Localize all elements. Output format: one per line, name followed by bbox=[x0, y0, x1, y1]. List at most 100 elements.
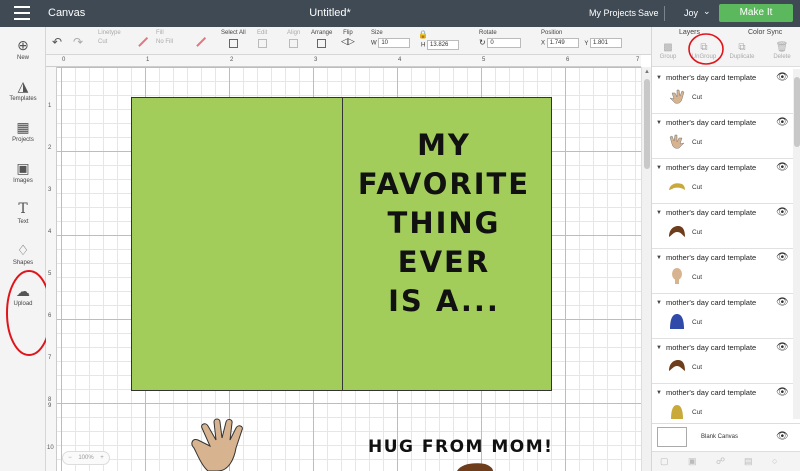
eye-icon[interactable]: 👁 bbox=[776, 297, 789, 308]
eye-slash-icon[interactable]: 👁 bbox=[776, 431, 789, 442]
zoom-out-icon[interactable]: − bbox=[63, 452, 77, 464]
rotate-input[interactable]: 0 bbox=[487, 38, 522, 49]
hair-shape[interactable] bbox=[455, 462, 495, 471]
left-sidebar: ⊕ New ◮ Templates ▦ Projects ▣ Images T … bbox=[0, 27, 52, 471]
card-design[interactable]: MY FAVORITE THING EVER IS A... bbox=[131, 97, 552, 391]
flatten-icon[interactable]: ▤ bbox=[744, 456, 753, 467]
expand-triangle-icon[interactable]: ▼ bbox=[656, 210, 662, 216]
sidebar-item-new[interactable]: ⊕ New bbox=[0, 37, 46, 61]
blank-canvas-row[interactable]: Blank Canvas 👁 bbox=[652, 423, 800, 451]
width-input[interactable]: 10 bbox=[378, 38, 411, 48]
eye-icon[interactable]: 👁 bbox=[776, 252, 789, 263]
slice-icon[interactable]: ▢ bbox=[660, 456, 669, 467]
contour-icon[interactable]: ○ bbox=[772, 456, 777, 466]
layer-item[interactable]: ▼ mother's day card template 👁 Cut bbox=[652, 114, 793, 159]
blank-canvas-swatch[interactable] bbox=[657, 427, 687, 447]
chevron-down-icon[interactable]: ⌄ bbox=[703, 6, 711, 17]
make-it-button[interactable]: Make It bbox=[719, 4, 793, 22]
sidebar-item-text[interactable]: T Text bbox=[0, 201, 46, 225]
layer-item[interactable]: ▼ mother's day card template 👁 Cut bbox=[652, 69, 793, 114]
fill-value: No Fill bbox=[156, 39, 174, 45]
redo-icon[interactable]: ↷ bbox=[73, 35, 83, 49]
layer-item[interactable]: ▼ mother's day card template 👁 Cut bbox=[652, 159, 793, 204]
x-input[interactable]: 1.749 bbox=[546, 38, 579, 48]
align-icon bbox=[289, 39, 299, 48]
expand-triangle-icon[interactable]: ▼ bbox=[656, 75, 662, 81]
eye-icon[interactable]: 👁 bbox=[776, 72, 789, 83]
ruler-tick-label: 5 bbox=[482, 57, 486, 63]
layer-operation: Cut bbox=[692, 409, 703, 416]
fill-control[interactable]: Fill No Fill bbox=[156, 30, 173, 45]
sidebar-item-label: New bbox=[16, 55, 29, 61]
canvas-scrollbar[interactable]: ▲ bbox=[641, 67, 651, 471]
height-input[interactable]: 13.826 bbox=[427, 40, 460, 50]
delete-label: Delete bbox=[773, 54, 791, 60]
weld-icon[interactable]: ▣ bbox=[688, 456, 697, 467]
eye-icon[interactable]: 👁 bbox=[776, 387, 789, 398]
sidebar-item-shapes[interactable]: ♢ Shapes bbox=[0, 242, 46, 266]
linetype-control[interactable]: Linetype Cut bbox=[98, 30, 121, 45]
sidebar-item-projects[interactable]: ▦ Projects bbox=[0, 119, 46, 143]
layer-item[interactable]: ▼ mother's day card template 👁 Cut bbox=[652, 249, 793, 294]
expand-triangle-icon[interactable]: ▼ bbox=[656, 255, 662, 261]
layer-name: mother's day card template bbox=[666, 208, 757, 217]
eye-icon[interactable]: 👁 bbox=[776, 342, 789, 353]
group-icon: ▩ bbox=[663, 42, 673, 53]
align-button[interactable]: Align bbox=[287, 30, 300, 50]
lock-icon[interactable]: 🔒 bbox=[418, 30, 428, 39]
eye-icon[interactable]: 👁 bbox=[776, 162, 789, 173]
red-annotation-circle bbox=[688, 33, 724, 65]
zoom-in-icon[interactable]: + bbox=[95, 452, 109, 464]
delete-button[interactable]: 🗑 Delete bbox=[767, 42, 797, 60]
hug-from-mom-text[interactable]: HUG FROM MOM! bbox=[368, 437, 553, 457]
position-control: Position X 1.749 Y 1.801 bbox=[541, 30, 622, 48]
scroll-up-icon[interactable]: ▲ bbox=[644, 69, 650, 75]
expand-triangle-icon[interactable]: ▼ bbox=[656, 345, 662, 351]
eye-icon[interactable]: 👁 bbox=[776, 207, 789, 218]
layer-name: mother's day card template bbox=[666, 343, 757, 352]
layer-name: mother's day card template bbox=[666, 118, 757, 127]
duplicate-button[interactable]: ⧉ Duplicate bbox=[727, 42, 757, 60]
eye-icon[interactable]: 👁 bbox=[776, 117, 789, 128]
group-button[interactable]: ▩ Group bbox=[653, 42, 683, 60]
image-icon: ▣ bbox=[16, 160, 30, 176]
group-label: Group bbox=[659, 54, 677, 60]
expand-triangle-icon[interactable]: ▼ bbox=[656, 390, 662, 396]
sidebar-item-images[interactable]: ▣ Images bbox=[0, 160, 46, 184]
tab-color-sync[interactable]: Color Sync bbox=[748, 29, 782, 36]
ruler-tick-label: 3 bbox=[314, 57, 318, 63]
layer-item[interactable]: ▼ mother's day card template 👁 Cut bbox=[652, 294, 793, 339]
my-projects-link[interactable]: My Projects bbox=[589, 8, 636, 18]
shapes-icon: ♢ bbox=[16, 242, 30, 258]
user-menu[interactable]: Joy bbox=[684, 8, 698, 18]
arrange-button[interactable]: Arrange bbox=[311, 30, 332, 50]
scrollbar-thumb[interactable] bbox=[794, 77, 800, 147]
expand-triangle-icon[interactable]: ▼ bbox=[656, 165, 662, 171]
hand-shape[interactable] bbox=[188, 418, 246, 471]
card-fold-line bbox=[342, 98, 343, 390]
rotate-label: Rotate bbox=[479, 30, 497, 36]
ruler-tick-label: 10 bbox=[47, 445, 54, 451]
attach-icon[interactable]: ☍ bbox=[716, 456, 725, 467]
edit-label: Edit bbox=[257, 30, 268, 36]
linetype-value: Cut bbox=[98, 39, 108, 45]
expand-triangle-icon[interactable]: ▼ bbox=[656, 300, 662, 306]
trash-icon: 🗑 bbox=[775, 42, 789, 53]
sidebar-item-templates[interactable]: ◮ Templates bbox=[0, 78, 46, 102]
zoom-control: −100% + bbox=[62, 451, 110, 465]
layer-name: mother's day card template bbox=[666, 253, 757, 262]
layer-item[interactable]: ▼ mother's day card template 👁 Cut bbox=[652, 339, 793, 384]
expand-triangle-icon[interactable]: ▼ bbox=[656, 120, 662, 126]
select-all-button[interactable]: Select All bbox=[221, 30, 246, 50]
size-label: Size bbox=[371, 30, 383, 36]
edit-button[interactable]: Edit bbox=[257, 30, 267, 50]
layers-scrollbar[interactable] bbox=[793, 69, 800, 419]
layer-item[interactable]: ▼ mother's day card template 👁 Cut bbox=[652, 204, 793, 249]
undo-icon[interactable]: ↶ bbox=[52, 35, 62, 49]
panel-bottom-actions: ▢ ▣ ☍ ▤ ○ bbox=[652, 451, 800, 471]
save-button[interactable]: Save bbox=[638, 8, 659, 18]
scrollbar-thumb[interactable] bbox=[644, 79, 650, 169]
y-input[interactable]: 1.801 bbox=[589, 38, 622, 48]
ruler-tick-label: 3 bbox=[48, 187, 52, 193]
flip-button[interactable]: Flip ◁▷ bbox=[341, 30, 355, 47]
